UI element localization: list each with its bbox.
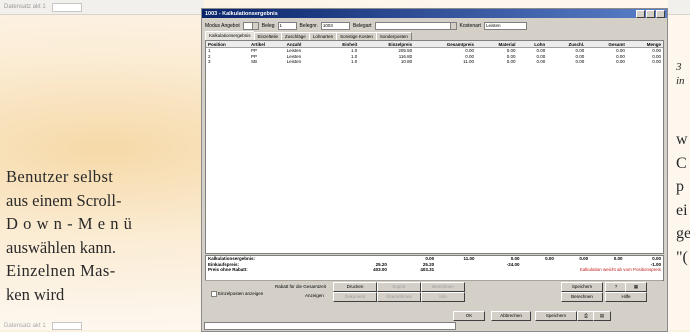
text-line: Benutzer selbst: [6, 167, 114, 186]
caption-fragment: 3: [676, 61, 682, 73]
calculation-dialog: 1003 - Kalkulationsergebnis Modus Angebo…: [201, 8, 668, 332]
divider: [205, 280, 662, 281]
text-line: w: [676, 131, 688, 148]
table-cell: 0.00: [506, 59, 516, 65]
background-status-label: Datensatz akt 1: [4, 323, 46, 329]
belegart-select[interactable]: [374, 21, 457, 30]
summary-row: Preis ohne Rabatt: 403.00 403.31 Kalkula…: [206, 267, 663, 273]
dialog-button-area: Rabatt für die Gesamtzeit Anzeigen Einze…: [205, 282, 662, 322]
progress-field: [204, 321, 456, 330]
einzelposten-label: Einzelposten anzeigen: [218, 291, 264, 296]
table-cell: 11.00: [463, 59, 474, 65]
summary-cell: 403.31: [420, 267, 435, 273]
table-cell: SB: [251, 59, 258, 65]
anzeigen-label: Anzeigen: [305, 293, 324, 298]
rabatt-label: Rabatt für die Gesamtzeit: [275, 284, 327, 289]
kostenart-field[interactable]: Leisten: [483, 21, 527, 30]
export-button[interactable]: Export: [377, 282, 421, 292]
speichern-button[interactable]: Speichern: [535, 311, 577, 321]
table-row[interactable]: 3 SB Leisten 1.0 10.80 11.00 0.00 0.00 0…: [206, 59, 663, 65]
tab-sonderposten[interactable]: Sonderposten: [375, 32, 412, 40]
speichern-top-button[interactable]: Speichern: [561, 282, 603, 292]
tab-sonstige-kosten[interactable]: Sonstige Kosten: [336, 32, 377, 40]
berechnen-button[interactable]: Berechnen: [421, 282, 465, 292]
belegnr-label: Belegnr.: [299, 22, 318, 29]
einzelposten-checkbox[interactable]: [211, 291, 217, 297]
summary-panel: Kalkulationsergebnis: 0.00 11.00 0.00 0.…: [205, 255, 664, 281]
dialog-tabs: Kalkulationsergebnis Einzelteile Zuschlä…: [205, 31, 412, 40]
grid-icon[interactable]: ▦: [625, 282, 647, 292]
dialog-title: 1003 - Kalkulationsergebnis: [205, 10, 278, 17]
kostenart-label: Kostenart: [459, 22, 481, 29]
text-line: "(: [676, 248, 688, 266]
tab-zuschlaege[interactable]: Zuschläge: [281, 32, 310, 40]
mode-select[interactable]: [242, 21, 259, 30]
maximize-button[interactable]: [646, 10, 655, 18]
belegnr-field[interactable]: 1003: [320, 21, 350, 30]
text-line: ge: [676, 225, 690, 242]
tab-einzelteile[interactable]: Einzelteile: [253, 32, 283, 40]
text-line: ei: [676, 201, 688, 219]
background-toolbar-right: [668, 0, 690, 15]
table-cell: Leisten: [286, 59, 302, 65]
body-text-left: Benutzer selbst aus einem Scroll- Down-M…: [6, 165, 196, 306]
uebernehmen-button[interactable]: Übernehmen: [377, 292, 421, 302]
text-line: Einzelnen Mas-: [6, 261, 116, 280]
text-line: C: [676, 154, 687, 172]
background-toolbar: Datensatz akt 1: [0, 0, 204, 15]
tab-lohnarten[interactable]: Lohnarten: [308, 32, 338, 40]
mode-label: Modus Angebot: [205, 22, 240, 29]
hilfe-button[interactable]: Hilfe: [605, 292, 647, 302]
caption-fragment: in: [676, 75, 685, 87]
table-cell: 0.00: [616, 59, 625, 65]
minimize-button[interactable]: [636, 10, 645, 18]
text-line: auswählen kann.: [6, 237, 116, 257]
dokument-button[interactable]: Dokument: [333, 292, 377, 302]
table-cell: 10.80: [400, 59, 413, 65]
status-bar: [204, 321, 665, 330]
window-controls: [636, 10, 665, 18]
background-statusbar: Datensatz akt 1: [0, 322, 204, 330]
text-line: ken wird: [6, 284, 65, 304]
table-cell: 0.00: [536, 59, 546, 65]
close-button[interactable]: [656, 10, 665, 18]
background-toolbar-label: Datensatz akt 1: [4, 4, 46, 10]
summary-cell: 403.00: [373, 267, 387, 273]
help-icon[interactable]: ?: [605, 282, 627, 292]
dialog-titlebar[interactable]: 1003 - Kalkulationsergebnis: [202, 9, 667, 18]
dialog-header-row: Modus Angebot Beleg 1 Belegnr. 1003 Bele…: [205, 21, 664, 30]
abbrechen-button[interactable]: Abbrechen: [491, 311, 531, 321]
text-line: aus einem Scroll-: [6, 190, 122, 210]
positions-grid[interactable]: Position Artikel Anzahl Einheit Einzelpr…: [205, 40, 664, 254]
beleg-field[interactable]: 1: [277, 21, 297, 30]
ok-button[interactable]: OK: [453, 311, 485, 321]
berechnen-top-button[interactable]: Berechnen: [561, 292, 603, 302]
summary-warning: Kalkulation weicht ab vom Positionspreis: [579, 267, 661, 273]
table-cell: 3: [208, 59, 211, 65]
table-cell: 1.0: [351, 59, 358, 65]
table-cell: 0.00: [575, 59, 585, 65]
belegart-label: Belegart: [352, 22, 372, 29]
table-cell: 0.00: [652, 59, 661, 65]
text-line: p: [676, 178, 684, 195]
table-icon[interactable]: ▤: [593, 311, 611, 321]
background-toolbar-field: [51, 2, 82, 12]
summary-label: Preis ohne Rabatt:: [208, 267, 248, 273]
drucken-button[interactable]: Drucken: [333, 282, 377, 292]
tab-kalkulationsergebnis[interactable]: Kalkulationsergebnis: [205, 31, 255, 40]
info-button[interactable]: Info: [421, 292, 465, 302]
beleg-label: Beleg: [261, 22, 275, 29]
background-status-field: [51, 322, 82, 330]
text-line: Down-Menü: [6, 214, 138, 233]
body-text-right: 3 in w C p ei ge "(: [676, 60, 690, 269]
